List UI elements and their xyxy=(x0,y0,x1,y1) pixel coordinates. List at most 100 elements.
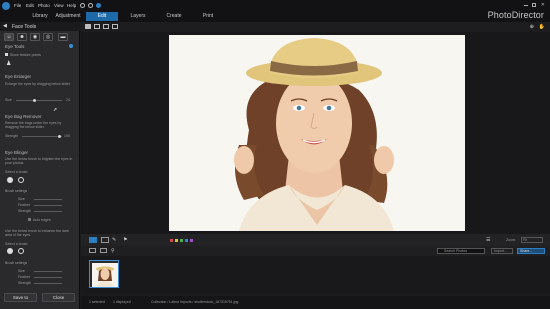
save-to-button[interactable]: Save to xyxy=(4,293,37,302)
minimize-icon[interactable] xyxy=(524,5,528,6)
woman-portrait-image xyxy=(169,35,465,231)
gear-icon[interactable] xyxy=(80,3,85,8)
select-brush-label: Select a brush: xyxy=(5,170,29,174)
face-shaper-icon[interactable]: ☺ xyxy=(4,33,14,41)
main-photo xyxy=(169,35,465,231)
upgrade-icon[interactable] xyxy=(88,3,93,8)
status-bar: 1 selected 1 displayed Collection / Late… xyxy=(81,296,550,309)
eye-tools-icon[interactable]: ◎ xyxy=(43,33,53,41)
filter-icon[interactable]: ⚲ xyxy=(111,248,115,254)
brush-feather-slider-2[interactable] xyxy=(34,277,62,278)
color-label-red[interactable] xyxy=(170,239,173,242)
color-label-yellow[interactable] xyxy=(175,239,178,242)
info-icon[interactable] xyxy=(96,3,101,8)
show-feature-points-checkbox[interactable] xyxy=(5,53,8,56)
view-toolbar: ⊕ ✋ xyxy=(81,22,550,32)
brush-strength-slider[interactable] xyxy=(34,211,62,212)
eye-blinger-desc: Use the below brush to brighten the eyes… xyxy=(5,157,73,165)
menu-file[interactable]: File xyxy=(14,3,21,8)
zoom-icon[interactable]: ⊕ xyxy=(530,24,534,30)
strength-slider-knob[interactable] xyxy=(58,135,61,138)
close-button[interactable]: Close xyxy=(42,293,75,302)
displayed-count: 1 displayed xyxy=(113,300,131,304)
compare-view-icon[interactable] xyxy=(94,24,100,29)
skin-tool-icon[interactable]: ☻ xyxy=(17,33,27,41)
menu-photo[interactable]: Photo xyxy=(38,3,50,8)
brush-strength-label: Strength xyxy=(18,209,32,213)
filmstrip xyxy=(81,256,550,293)
zoom-label: Zoom: xyxy=(506,238,516,242)
filmstrip-toolbar: ✎ ⚑ ☰ Zoom: Fit xyxy=(81,234,550,246)
file-path: Collection / Latest Imports / shuttersto… xyxy=(151,300,239,304)
edit-icon[interactable]: ✎ xyxy=(112,237,116,243)
sort-icon[interactable]: ☰ xyxy=(486,237,490,243)
eraser-icon[interactable] xyxy=(18,177,24,183)
color-label-blue[interactable] xyxy=(185,239,188,242)
grid-view-icon[interactable] xyxy=(112,24,118,29)
size-label: Size xyxy=(5,98,12,102)
eye-bag-remover-title: Eye Bag Remover xyxy=(5,114,42,119)
list-view-icon[interactable] xyxy=(89,248,96,253)
thumb-view-icon[interactable] xyxy=(100,248,107,253)
hand-icon[interactable]: ✋ xyxy=(539,24,545,30)
face-tool-icon[interactable]: ◉ xyxy=(30,33,40,41)
color-label-green[interactable] xyxy=(180,239,183,242)
strength-slider[interactable] xyxy=(22,135,62,138)
show-feature-points-label: Show feature points xyxy=(10,53,41,57)
auto-edges-checkbox[interactable] xyxy=(28,218,31,221)
teeth-tool-icon[interactable]: ▬ xyxy=(58,33,68,41)
brush-strength-slider-2[interactable] xyxy=(34,283,62,284)
eye-enlarger-desc: Enlarge the eyes by dragging below slide… xyxy=(5,82,71,86)
tab-edit[interactable]: Edit xyxy=(86,12,118,21)
eye-darken-desc: Use the below brush to enhance the dark … xyxy=(5,229,69,237)
thumbnail-selected[interactable] xyxy=(89,260,119,288)
tab-print[interactable]: Print xyxy=(186,12,230,21)
size-value[interactable]: 24 xyxy=(66,98,70,102)
section-eye-tools: Eye Tools xyxy=(5,44,25,49)
thumbnail-image xyxy=(92,263,118,287)
brush-settings-label: Brush settings xyxy=(5,189,28,193)
import-button[interactable]: Import... xyxy=(491,248,513,254)
maximize-icon[interactable] xyxy=(532,3,536,7)
search-placeholder: Search Photos xyxy=(444,249,467,253)
browser-view-icon[interactable] xyxy=(89,237,97,243)
close-window-icon[interactable]: ✕ xyxy=(541,2,545,8)
split-view-icon[interactable] xyxy=(103,24,109,29)
brush-strength-label-2: Strength xyxy=(18,281,32,285)
color-label-purple[interactable] xyxy=(190,239,193,242)
share-button[interactable]: Share... xyxy=(517,248,545,254)
eraser-icon-2[interactable] xyxy=(18,248,24,254)
brush-size-slider[interactable] xyxy=(34,199,62,200)
brush-feather-slider[interactable] xyxy=(34,205,62,206)
filmstrip-filter-bar: ⚲ Search Photos Import... Share... xyxy=(81,246,550,256)
mouse-cursor-icon: ➚ xyxy=(53,107,58,113)
eye-blinger-title: Eye Blinger xyxy=(5,150,29,155)
brush-icon-2[interactable] xyxy=(7,248,13,254)
flag-icon[interactable]: ⚑ xyxy=(123,237,127,243)
tab-adjustment[interactable]: Adjustment xyxy=(46,12,90,21)
brush-icon[interactable] xyxy=(7,177,13,183)
film-view-icon[interactable] xyxy=(101,237,109,243)
strength-value[interactable]: 100 xyxy=(64,134,70,138)
eye-enlarger-title: Eye Enlarger xyxy=(5,74,32,79)
single-view-icon[interactable] xyxy=(85,24,91,29)
panel-title: Face Tools xyxy=(12,24,37,30)
face-tools-panel: ◀ Face Tools ☺ ☻ ◉ ◎ ▬ Eye Tools Show fe… xyxy=(0,22,80,309)
back-arrow-icon[interactable]: ◀ xyxy=(3,23,7,29)
brush-feather-label: Feather xyxy=(18,203,31,207)
menu-help[interactable]: Help xyxy=(67,3,76,8)
selected-count: 1 selected xyxy=(89,300,105,304)
person-icon[interactable]: ♟ xyxy=(6,61,11,68)
menu-view[interactable]: View xyxy=(54,3,64,8)
select-brush-label-2: Select a brush: xyxy=(5,242,29,246)
menu-edit[interactable]: Edit xyxy=(26,3,34,8)
strength-label: Strength xyxy=(5,134,19,138)
brand-name: PhotoDirector xyxy=(487,10,544,20)
brush-size-slider-2[interactable] xyxy=(34,271,62,272)
panel-header: ◀ Face Tools xyxy=(0,22,80,31)
brush-settings-label-2: Brush settings xyxy=(5,261,28,265)
size-slider[interactable] xyxy=(16,99,62,102)
size-slider-knob[interactable] xyxy=(33,99,36,102)
zoom-value[interactable]: Fit xyxy=(521,237,543,243)
eye-bag-remover-desc: Remove the bags under the eyes by draggi… xyxy=(5,121,62,129)
